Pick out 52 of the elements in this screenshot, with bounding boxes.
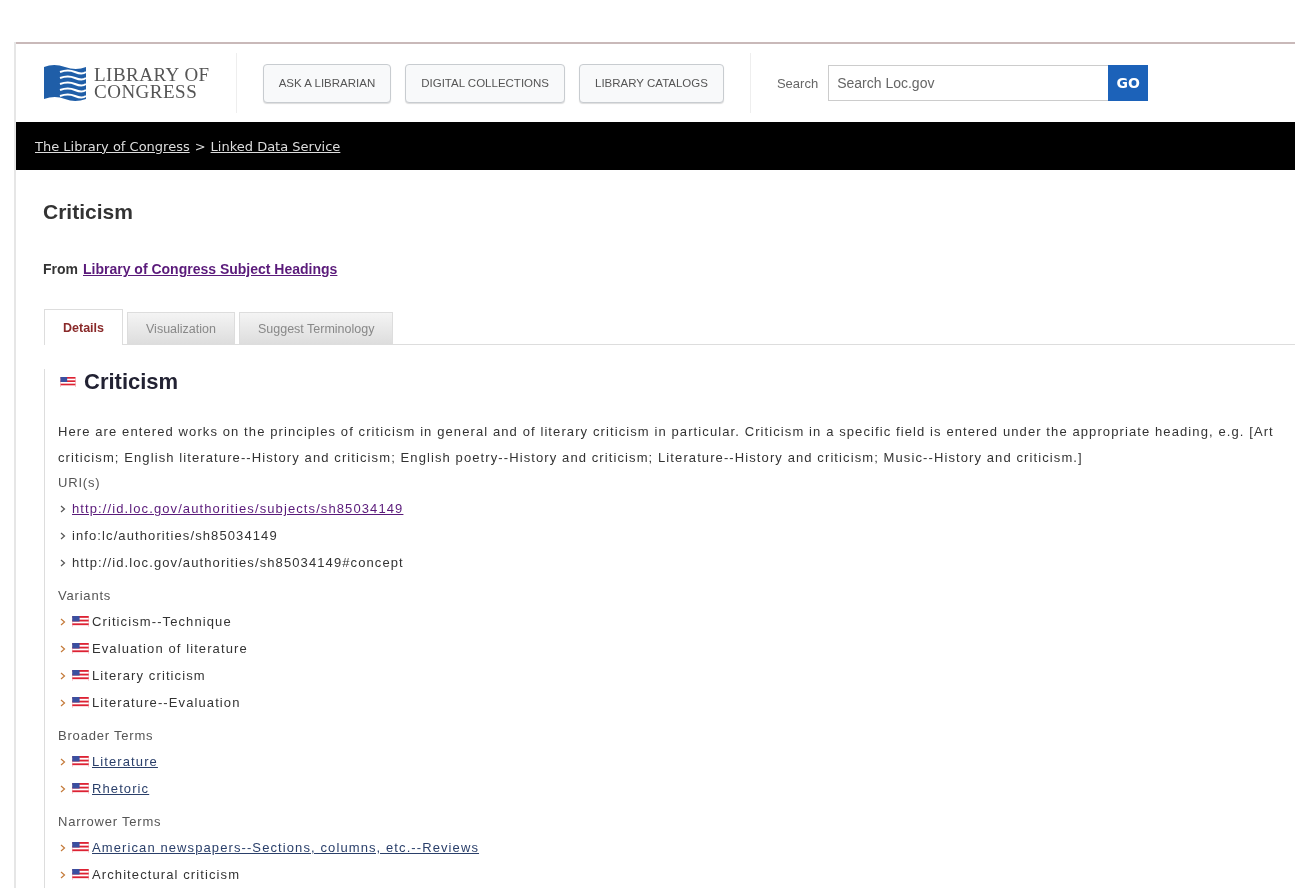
- chevron-icon: [60, 784, 66, 793]
- flag-icon: [72, 697, 89, 708]
- chevron-icon: [60, 698, 66, 707]
- term-link[interactable]: American newspapers--Sections, columns, etc.--Reviews: [92, 840, 480, 855]
- flag-icon: [72, 842, 89, 853]
- nav-button[interactable]: LIBRARY CATALOGS: [579, 63, 724, 103]
- source-label: From: [43, 261, 78, 277]
- term-text: Architectural criticism: [92, 867, 241, 882]
- search-label: Search: [776, 75, 819, 91]
- chevron-icon: [60, 644, 66, 653]
- section-title: Narrower Terms: [58, 813, 163, 831]
- description-text: Here are entered works on the principles of criticism in general and of literary criticism in particular. Criticism in a specific field is entered under the appropriate heading, e.g. [Art criticism; English literature--History and criticism; English poetry--History and criticism; Literature--History and criticism; Music--History and criticism.]: [58, 423, 1275, 467]
- breadcrumb-link[interactable]: The Library of Congress: [35, 138, 190, 154]
- term-link[interactable]: Rhetoric: [92, 781, 150, 796]
- chevron-icon: [60, 843, 66, 852]
- page-title: Criticism: [43, 200, 134, 224]
- flag-icon: [58, 377, 78, 387]
- uri-text: info:lc/authorities/sh85034149: [72, 528, 278, 543]
- nav-button[interactable]: ASK A LIBRARIAN: [262, 63, 392, 103]
- go-button[interactable]: GO: [1108, 65, 1149, 101]
- breadcrumb-separator: >: [194, 138, 206, 154]
- nav-button[interactable]: DIGITAL COLLECTIONS: [405, 63, 565, 103]
- term-text: Evaluation of literature: [92, 641, 248, 656]
- breadcrumb-link[interactable]: Linked Data Service: [210, 138, 341, 154]
- chevron-icon: [60, 531, 66, 540]
- term-link[interactable]: Literature: [92, 754, 158, 769]
- flag-icon: [72, 643, 89, 654]
- flag-icon: [72, 783, 89, 794]
- section-title: Broader Terms: [58, 727, 155, 745]
- source-link[interactable]: Library of Congress Subject Headings: [83, 261, 338, 277]
- chevron-icon: [60, 504, 66, 513]
- flag-icon: [72, 616, 89, 627]
- uri-text: http://id.loc.gov/authorities/sh85034149#concept: [72, 555, 404, 570]
- chevron-icon: [60, 870, 66, 879]
- site-logo-text[interactable]: LIBRARY OF CONGRESS: [94, 66, 210, 100]
- flag-icon: [72, 756, 89, 767]
- search-field[interactable]: Search Loc.gov: [828, 65, 1109, 101]
- chevron-icon: [60, 558, 66, 567]
- term-text: Criticism--Technique: [92, 614, 232, 629]
- term-text: Literary criticism: [92, 668, 206, 683]
- term-text: Literature--Evaluation: [92, 695, 241, 710]
- uri-link[interactable]: http://id.loc.gov/authorities/subjects/sh85034149: [72, 501, 404, 516]
- heading-text: Criticism: [84, 369, 179, 395]
- tab[interactable]: Details: [44, 309, 123, 345]
- waving-flag-icon: [42, 63, 88, 103]
- chevron-icon: [60, 617, 66, 626]
- flag-icon: [72, 670, 89, 681]
- section-title: Variants: [58, 587, 113, 605]
- flag-icon: [72, 869, 89, 880]
- chevron-icon: [60, 671, 66, 680]
- section-title: URI(s): [58, 474, 102, 492]
- chevron-icon: [60, 757, 66, 766]
